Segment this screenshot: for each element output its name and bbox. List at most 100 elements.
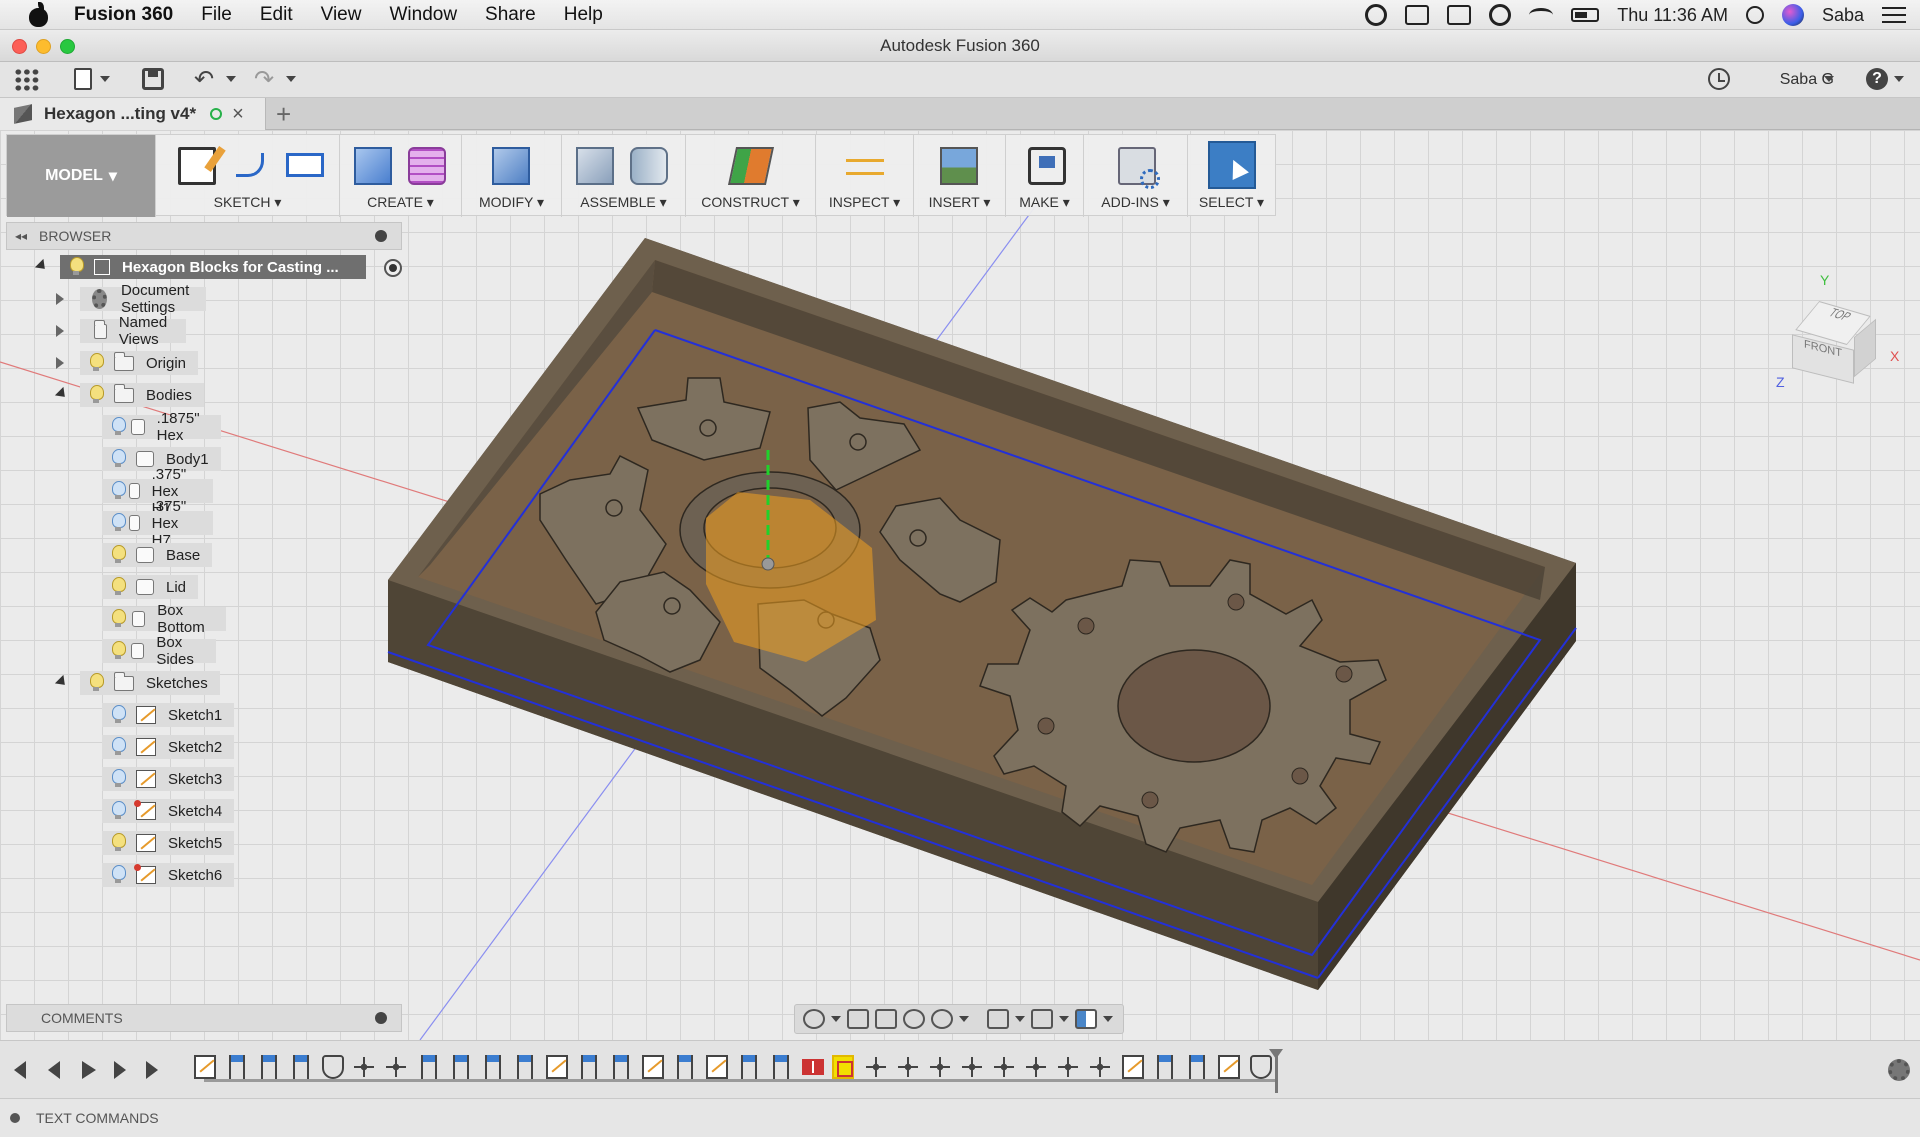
- press-pull-icon[interactable]: [492, 147, 530, 185]
- timeline-move-feature[interactable]: [866, 1057, 886, 1077]
- expand-toggle-icon[interactable]: [56, 357, 64, 369]
- timeline-extrude-feature[interactable]: [773, 1055, 789, 1079]
- offset-plane-icon[interactable]: [727, 147, 775, 185]
- measure-icon[interactable]: [846, 159, 884, 175]
- user-chevron-down-icon[interactable]: [1824, 76, 1834, 82]
- body-node[interactable]: Box Sides: [102, 634, 216, 668]
- add-comment-icon[interactable]: [375, 1012, 387, 1024]
- extrude-box-icon[interactable]: [354, 147, 392, 185]
- go-to-end-icon[interactable]: [146, 1061, 158, 1079]
- timeline-extrude-feature[interactable]: [677, 1055, 693, 1079]
- ribbon-label-construct[interactable]: CONSTRUCT ▾: [686, 194, 815, 211]
- redo-chevron-down-icon[interactable]: [286, 76, 296, 82]
- timeline-extrude-feature[interactable]: [485, 1055, 501, 1079]
- display-chevron-down-icon[interactable]: [1015, 1016, 1025, 1022]
- orbit-chevron-down-icon[interactable]: [831, 1016, 841, 1022]
- visibility-bulb-icon[interactable]: [110, 833, 126, 853]
- joint-icon[interactable]: [630, 147, 668, 185]
- visibility-bulb-icon[interactable]: [110, 737, 126, 757]
- ribbon-label-inspect[interactable]: INSPECT ▾: [816, 194, 913, 211]
- pan-hand-icon[interactable]: [875, 1009, 897, 1029]
- sketch-rectangle-icon[interactable]: [286, 153, 324, 177]
- file-icon[interactable]: [74, 68, 92, 90]
- insert-image-icon[interactable]: [940, 147, 978, 185]
- timeline-sketch-feature[interactable]: [1218, 1055, 1240, 1079]
- visibility-bulb-icon[interactable]: [110, 449, 126, 469]
- timeline-extrude-feature[interactable]: [421, 1055, 437, 1079]
- menu-edit[interactable]: Edit: [260, 4, 293, 26]
- window-zoom-button[interactable]: [60, 39, 75, 54]
- bodies-folder-node[interactable]: Bodies: [80, 383, 204, 407]
- ribbon-group-create[interactable]: CREATE ▾: [339, 135, 461, 217]
- undo-chevron-down-icon[interactable]: [226, 76, 236, 82]
- ribbon-label-select[interactable]: SELECT ▾: [1188, 194, 1275, 211]
- visibility-bulb-icon[interactable]: [110, 545, 126, 565]
- timeline-settings-gear-icon[interactable]: [1888, 1059, 1910, 1081]
- timeline-extrude-feature[interactable]: [453, 1055, 469, 1079]
- named-views-node[interactable]: Named Views: [80, 314, 187, 348]
- ribbon-group-construct[interactable]: CONSTRUCT ▾: [685, 135, 815, 217]
- help-icon[interactable]: ?: [1866, 68, 1888, 90]
- time-machine-icon[interactable]: [1489, 4, 1512, 26]
- text-commands-bar[interactable]: TEXT COMMANDS: [0, 1098, 1920, 1137]
- document-tab[interactable]: Hexagon ...ting v4* ×: [0, 98, 266, 130]
- menu-app[interactable]: Fusion 360: [74, 4, 173, 26]
- timeline-move-feature[interactable]: [1058, 1057, 1078, 1077]
- ribbon-label-make[interactable]: MAKE ▾: [1006, 194, 1083, 211]
- timeline-sketch-feature[interactable]: [546, 1055, 568, 1079]
- ribbon-label-modify[interactable]: MODIFY ▾: [462, 194, 561, 211]
- select-cursor-icon[interactable]: [1208, 141, 1256, 189]
- timeline-extrude-feature[interactable]: [613, 1055, 629, 1079]
- airplay-icon[interactable]: [1447, 5, 1472, 25]
- sketch-node[interactable]: Sketch6: [102, 863, 235, 887]
- ribbon-group-inspect[interactable]: INSPECT ▾: [815, 135, 913, 217]
- new-component-icon[interactable]: [576, 147, 614, 185]
- timeline-sketch-feature[interactable]: [706, 1055, 728, 1079]
- timeline-shell-feature[interactable]: [322, 1055, 344, 1079]
- browser-minimize-icon[interactable]: [375, 230, 387, 242]
- grid-chevron-down-icon[interactable]: [1059, 1016, 1069, 1022]
- sketches-folder-node[interactable]: Sketches: [80, 671, 220, 695]
- visibility-bulb-icon[interactable]: [110, 769, 126, 789]
- timeline-combine-feature[interactable]: [802, 1059, 824, 1075]
- menu-window[interactable]: Window: [389, 4, 457, 26]
- viewports-icon[interactable]: [1075, 1009, 1097, 1029]
- timeline-extrude-feature[interactable]: [261, 1055, 277, 1079]
- sketch-node[interactable]: Sketch4: [102, 799, 235, 823]
- body-node[interactable]: .1875" Hex: [102, 410, 221, 444]
- timeline-move-feature[interactable]: [930, 1057, 950, 1077]
- scripts-addins-icon[interactable]: [1118, 147, 1160, 189]
- create-form-icon[interactable]: [408, 147, 446, 185]
- window-minimize-button[interactable]: [36, 39, 51, 54]
- grid-settings-icon[interactable]: [1031, 1009, 1053, 1029]
- body-node[interactable]: Box Bottom: [102, 602, 226, 636]
- comments-panel[interactable]: COMMENTS: [6, 1004, 402, 1032]
- visibility-bulb-icon[interactable]: [110, 513, 126, 533]
- sketch-node[interactable]: Sketch1: [102, 703, 235, 727]
- document-settings-node[interactable]: Document Settings: [80, 282, 207, 316]
- visibility-bulb-icon[interactable]: [110, 641, 127, 661]
- help-chevron-down-icon[interactable]: [1894, 76, 1904, 82]
- zoom-chevron-down-icon[interactable]: [959, 1016, 969, 1022]
- timeline-extrude-feature[interactable]: [741, 1055, 757, 1079]
- expand-text-commands-icon[interactable]: [10, 1113, 20, 1123]
- menu-view[interactable]: View: [321, 4, 362, 26]
- step-forward-icon[interactable]: [114, 1061, 126, 1079]
- look-at-icon[interactable]: [847, 1009, 869, 1029]
- timeline-sketch-feature[interactable]: [1122, 1055, 1144, 1079]
- timeline-extrude-feature[interactable]: [1189, 1055, 1205, 1079]
- collapse-browser-icon[interactable]: ◂◂: [15, 229, 27, 243]
- sketch-node[interactable]: Sketch5: [102, 831, 235, 855]
- visibility-bulb-icon[interactable]: [110, 705, 126, 725]
- redo-icon[interactable]: ↷: [254, 68, 280, 92]
- visibility-bulb-icon[interactable]: [110, 609, 126, 629]
- sketch-line-icon[interactable]: [236, 153, 264, 177]
- data-panel-grid-icon[interactable]: [14, 68, 40, 92]
- visibility-bulb-icon[interactable]: [88, 353, 104, 373]
- timeline-move-feature[interactable]: [962, 1057, 982, 1077]
- visibility-bulb-icon[interactable]: [110, 481, 126, 501]
- timeline-move-feature[interactable]: [1026, 1057, 1046, 1077]
- ribbon-label-insert[interactable]: INSERT ▾: [914, 194, 1005, 211]
- timeline-move-feature[interactable]: [1090, 1057, 1110, 1077]
- new-tab-button[interactable]: +: [276, 100, 291, 128]
